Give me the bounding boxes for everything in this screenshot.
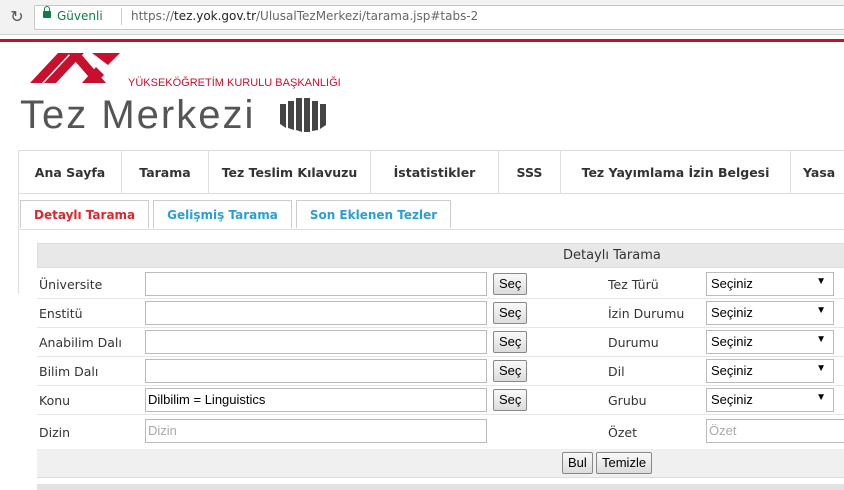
dil-value: Seçiniz [711, 363, 753, 378]
universite-label: Üniversite [39, 277, 103, 292]
tab-son-eklenen-tezler[interactable]: Son Eklenen Tezler [295, 200, 452, 228]
tab-divider [18, 229, 844, 230]
bilim-dali-label: Bilim Dalı [39, 364, 99, 379]
form-actions: Bul Temizle [37, 449, 844, 478]
enstitu-input[interactable] [145, 301, 487, 325]
form-row: Üniversite Seç Tez Türü Seçiniz ▼ [37, 270, 844, 299]
form-row: Dizin Dizin Özet Özet [37, 415, 844, 447]
yok-logo-icon[interactable] [30, 53, 120, 83]
anabilim-dali-input[interactable] [145, 330, 487, 354]
search-tabs: Detaylı Tarama Gelişmiş Tarama Son Eklen… [20, 200, 455, 229]
form-row: Anabilim Dalı Seç Durumu Seçiniz ▼ [37, 328, 844, 357]
dropdown-arrow-icon: ▼ [816, 392, 826, 403]
url-host: tez.yok.gov.tr [174, 9, 257, 23]
bilim-dali-input[interactable] [145, 359, 487, 383]
durumu-select[interactable]: Seçiniz ▼ [706, 330, 834, 354]
dizin-input[interactable]: Dizin [145, 419, 487, 443]
ozet-placeholder: Özet [709, 423, 737, 438]
izin-durumu-label: İzin Durumu [608, 306, 685, 321]
menu-item-tez-teslim-kilavuzu[interactable]: Tez Teslim Kılavuzu [209, 151, 371, 193]
form-row: Bilim Dalı Seç Dil Seçiniz ▼ [37, 357, 844, 386]
menu-item-sss[interactable]: SSS [499, 151, 561, 193]
universite-input[interactable] [145, 272, 487, 296]
grubu-value: Seçiniz [711, 392, 753, 407]
enstitu-select-button[interactable]: Seç [493, 302, 528, 324]
dil-label: Dil [608, 364, 625, 379]
tab-detayli-tarama[interactable]: Detaylı Tarama [20, 200, 150, 228]
form-row: Konu Dilbilim = Linguistics Seç Grubu Se… [37, 386, 844, 415]
enstitu-label: Enstitü [39, 306, 83, 321]
konu-label: Konu [39, 393, 71, 408]
tez-turu-label: Tez Türü [608, 277, 659, 292]
anabilim-dali-label: Anabilim Dalı [39, 335, 122, 350]
browser-address-bar: ↻ Güvenli https://tez.yok.gov.tr/UlusalT… [0, 0, 844, 35]
izin-durumu-select[interactable]: Seçiniz ▼ [706, 301, 834, 325]
grubu-select[interactable]: Seçiniz ▼ [706, 388, 834, 412]
tab-gelismis-tarama[interactable]: Gelişmiş Tarama [153, 200, 292, 228]
org-name: YÜKSEKÖĞRETİM KURULU BAŞKANLIĞI [128, 77, 341, 89]
universite-select-button[interactable]: Seç [493, 273, 528, 295]
url-path: /UlusalTezMerkezi/tarama.jsp#tabs-2 [256, 9, 479, 23]
clear-button[interactable]: Temizle [596, 452, 653, 474]
dropdown-arrow-icon: ▼ [816, 363, 826, 374]
menu-item-istatistikler[interactable]: İstatistikler [371, 151, 499, 193]
tez-turu-value: Seçiniz [711, 276, 753, 291]
menu-item-ana-sayfa[interactable]: Ana Sayfa [18, 151, 122, 193]
form-header: Detaylı Tarama [37, 243, 844, 268]
tez-turu-select[interactable]: Seçiniz ▼ [706, 272, 834, 296]
search-button[interactable]: Bul [562, 452, 593, 474]
main-menu: Ana Sayfa Tarama Tez Teslim Kılavuzu İst… [18, 150, 844, 194]
durumu-label: Durumu [608, 335, 659, 350]
form-title: Detaylı Tarama [563, 248, 661, 263]
url-text[interactable]: https://tez.yok.gov.tr/UlusalTezMerkezi/… [131, 9, 478, 23]
dil-select[interactable]: Seçiniz ▼ [706, 359, 834, 383]
menu-item-yasa[interactable]: Yasa [791, 151, 844, 193]
site-title: Tez Merkezi [20, 93, 256, 137]
dizin-label: Dizin [39, 425, 71, 440]
books-icon [280, 98, 326, 132]
secure-label: Güvenli [57, 9, 103, 23]
url-box[interactable]: Güvenli https://tez.yok.gov.tr/UlusalTez… [34, 5, 844, 30]
url-scheme: https:// [131, 9, 175, 23]
ozet-label: Özet [608, 425, 637, 440]
url-separator [121, 8, 122, 25]
dizin-placeholder: Dizin [148, 423, 177, 438]
bilim-dali-select-button[interactable]: Seç [493, 360, 528, 382]
grubu-label: Grubu [608, 393, 647, 408]
konu-select-button[interactable]: Seç [493, 389, 528, 411]
lock-icon [43, 6, 51, 18]
form-row: Enstitü Seç İzin Durumu Seçiniz ▼ [37, 299, 844, 328]
menu-item-tez-yayimlama-izin-belgesi[interactable]: Tez Yayımlama İzin Belgesi [561, 151, 791, 193]
anabilim-dali-select-button[interactable]: Seç [493, 331, 528, 353]
izin-durumu-value: Seçiniz [711, 305, 753, 320]
form-footer [37, 484, 844, 490]
menu-item-tarama[interactable]: Tarama [122, 151, 209, 193]
reload-icon[interactable]: ↻ [8, 8, 26, 26]
dropdown-arrow-icon: ▼ [816, 305, 826, 316]
konu-input[interactable]: Dilbilim = Linguistics [145, 388, 487, 412]
dropdown-arrow-icon: ▼ [816, 276, 826, 287]
ozet-input[interactable]: Özet [706, 419, 844, 443]
durumu-value: Seçiniz [711, 334, 753, 349]
dropdown-arrow-icon: ▼ [816, 334, 826, 345]
header-red-line [0, 39, 844, 42]
